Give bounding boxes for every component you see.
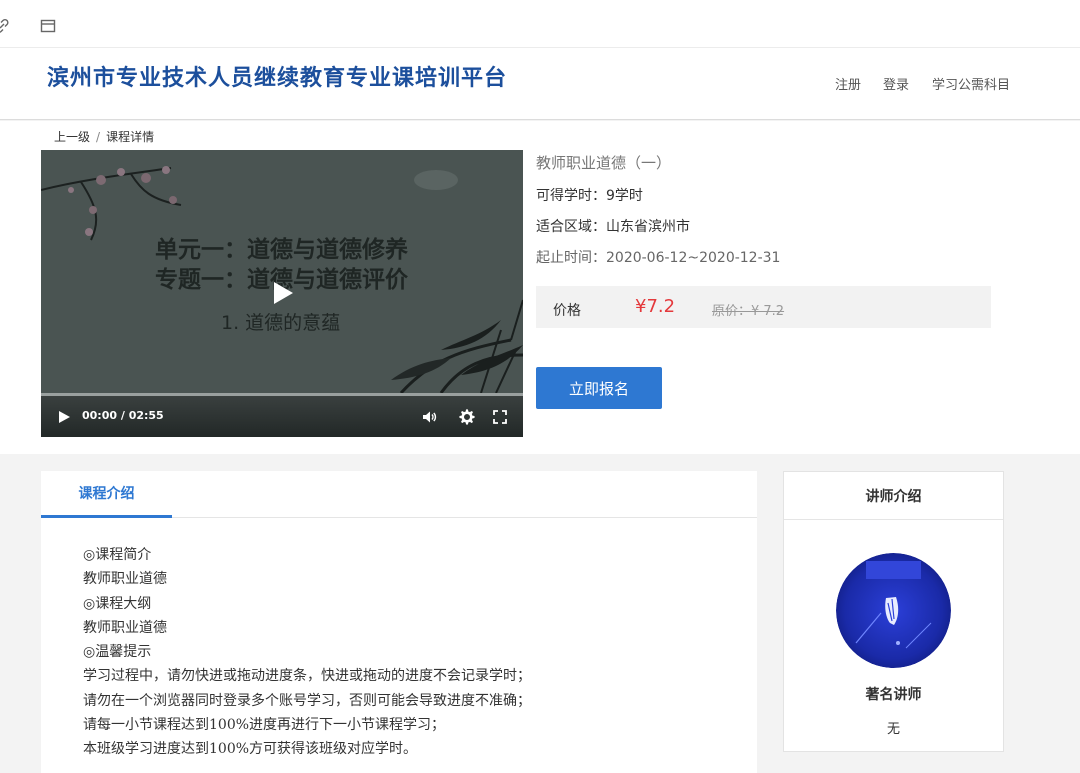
teacher-description: 无 bbox=[886, 722, 900, 737]
teacher-name: 著名讲师 bbox=[865, 687, 922, 703]
course-overview: 上一级 / 课程详情 单元一：道德与道德修养 专题一：道德与道德评价 1. 道德… bbox=[0, 121, 1080, 454]
top-toolbar bbox=[0, 0, 1080, 48]
price-value: ¥7.2 bbox=[635, 296, 676, 317]
teacher-panel-title: 讲师介绍 bbox=[784, 472, 1003, 520]
video-player[interactable]: 单元一：道德与道德修养 专题一：道德与道德评价 1. 道德的意蕴 00:00 /… bbox=[41, 150, 523, 437]
link-icon[interactable] bbox=[0, 18, 10, 34]
tab-course-intro[interactable]: 课程介绍 bbox=[41, 471, 172, 518]
window-icon[interactable] bbox=[40, 18, 56, 34]
breadcrumb-parent-link[interactable]: 上一级 bbox=[54, 130, 90, 144]
breadcrumb-current: 课程详情 bbox=[106, 130, 155, 144]
breadcrumb: 上一级 / 课程详情 bbox=[54, 128, 154, 145]
course-region: 适合区域：山东省滨州市 bbox=[536, 219, 690, 235]
intro-line: 请每一小节课程达到100%进度再进行下一小节课程学习； bbox=[83, 717, 446, 734]
slide-title-line-1: 单元一：道德与道德修养 bbox=[155, 237, 408, 263]
intro-line: 教师职业道德 bbox=[83, 571, 167, 588]
price-label: 价格 bbox=[553, 303, 581, 319]
enroll-button[interactable]: 立即报名 bbox=[536, 367, 662, 409]
play-icon[interactable] bbox=[271, 280, 295, 306]
price-box: 价格 ¥7.2 原价：¥ 7.2 bbox=[536, 286, 991, 328]
original-price: 原价：¥ 7.2 bbox=[712, 304, 785, 319]
intro-line: ◎课程简介 bbox=[83, 547, 152, 563]
course-title: 教师职业道德（一） bbox=[536, 154, 672, 172]
video-time: 00:00 / 02:55 bbox=[82, 409, 164, 422]
volume-icon[interactable] bbox=[421, 409, 437, 425]
intro-line: ◎课程大纲 bbox=[83, 595, 152, 612]
intro-line: ◎温馨提示 bbox=[83, 644, 152, 661]
avatar bbox=[836, 553, 951, 668]
intro-tab-bar: 课程介绍 bbox=[41, 471, 757, 518]
intro-line: 本班级学习进度达到100%方可获得该班级对应学时。 bbox=[83, 741, 418, 758]
course-hours: 可得学时：9学时 bbox=[536, 188, 643, 204]
nav-public-courses-link[interactable]: 学习公需科目 bbox=[932, 74, 1010, 93]
course-intro-panel: 课程介绍 ◎课程简介 教师职业道德 ◎课程大纲 教师职业道德 ◎温馨提示 学习过… bbox=[41, 471, 757, 773]
video-controls: 00:00 / 02:55 bbox=[41, 396, 523, 437]
breadcrumb-separator: / bbox=[96, 130, 101, 144]
slide-title-line-3: 1. 道德的意蕴 bbox=[221, 312, 341, 334]
site-header: 滨州市专业技术人员继续教育专业课培训平台 注册 登录 学习公需科目 bbox=[0, 48, 1080, 120]
teacher-panel: 讲师介绍 著名讲师 无 bbox=[783, 471, 1004, 752]
intro-content: ◎课程简介 教师职业道德 ◎课程大纲 教师职业道德 ◎温馨提示 学习过程中，请勿… bbox=[83, 543, 531, 762]
intro-line: 教师职业道德 bbox=[83, 619, 167, 636]
intro-line: 请勿在一个浏览器同时登录多个账号学习，否则可能会导致进度不准确； bbox=[83, 692, 531, 709]
course-period: 起止时间：2020-06-12~2020-12-31 bbox=[536, 250, 781, 266]
nav-register-link[interactable]: 注册 bbox=[835, 74, 861, 93]
site-title[interactable]: 滨州市专业技术人员继续教育专业课培训平台 bbox=[47, 60, 507, 92]
gear-icon[interactable] bbox=[459, 409, 475, 425]
nav-login-link[interactable]: 登录 bbox=[883, 74, 909, 93]
play-icon[interactable] bbox=[57, 410, 71, 424]
fullscreen-icon[interactable] bbox=[492, 409, 508, 425]
intro-line: 学习过程中，请勿快进或拖动进度条，快进或拖动的进度不会记录学时； bbox=[83, 668, 531, 685]
